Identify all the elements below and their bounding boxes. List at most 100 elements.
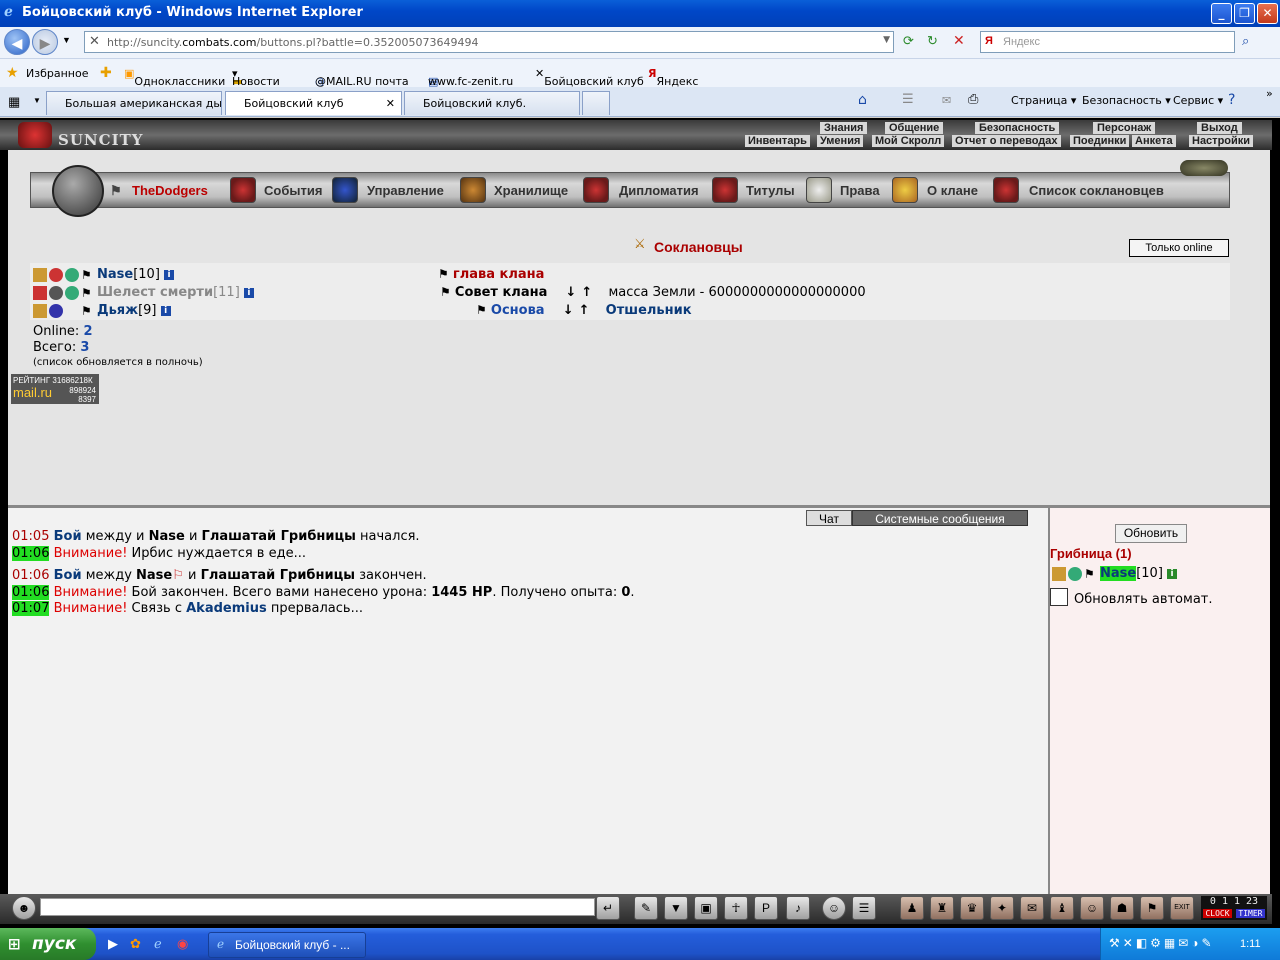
fav-yandex[interactable]: Я Яндекс bbox=[648, 67, 698, 88]
safety-menu[interactable]: Безопасность ▾ bbox=[1082, 94, 1171, 107]
chat-input[interactable] bbox=[40, 898, 595, 916]
print-icon[interactable]: ⎙ bbox=[968, 92, 978, 107]
player-link[interactable]: Akademius bbox=[186, 601, 267, 616]
player-link[interactable]: Глашатай Грибницы bbox=[202, 529, 356, 544]
mail-game-icon[interactable]: ✉ bbox=[1020, 896, 1044, 920]
tab-combats-active[interactable]: Бойцовский клуб ✕ bbox=[225, 91, 402, 115]
help-icon[interactable]: ? bbox=[1228, 92, 1235, 108]
character-icon[interactable]: ♟ bbox=[900, 896, 924, 920]
rank-up-icon[interactable]: ↑ bbox=[581, 285, 592, 300]
rank-down-icon[interactable]: ↓ bbox=[563, 303, 574, 318]
fav-odnoklassniki[interactable]: ▣ Одноклассники bbox=[124, 67, 225, 88]
menu-fights[interactable]: Поединки bbox=[1070, 135, 1130, 147]
page-menu[interactable]: Страница ▾ bbox=[1011, 94, 1076, 107]
clan-menu-members[interactable]: Список соклановцев bbox=[1029, 183, 1164, 198]
rank-up-icon[interactable]: ↑ bbox=[579, 303, 590, 318]
send-icon[interactable]: ↵ bbox=[596, 896, 620, 920]
menu-my-scroll[interactable]: Мой Скролл bbox=[872, 135, 945, 147]
translit-icon[interactable]: Р bbox=[754, 896, 778, 920]
stop-icon[interactable]: ✕ bbox=[953, 32, 965, 49]
tab-close-icon[interactable]: ✕ bbox=[386, 97, 395, 110]
messenger-icon[interactable]: ✿ bbox=[130, 936, 141, 952]
menu-communication[interactable]: Общение bbox=[885, 122, 944, 134]
menu-settings[interactable]: Настройки bbox=[1189, 135, 1254, 147]
info-icon[interactable]: i bbox=[160, 305, 171, 316]
filter-icon[interactable]: ▼ bbox=[664, 896, 688, 920]
add-favorite-icon[interactable]: ✚ bbox=[100, 65, 112, 81]
menu-security[interactable]: Безопасность bbox=[975, 122, 1060, 134]
ie-quicklaunch-icon[interactable]: ℯ bbox=[154, 936, 162, 952]
start-button[interactable]: ⊞ пуск bbox=[0, 928, 96, 960]
battle-link[interactable]: Бой bbox=[54, 568, 82, 583]
clan-menu-titles[interactable]: Титулы bbox=[746, 183, 795, 198]
forward-button[interactable]: ▶ bbox=[32, 29, 58, 55]
menu-knowledge[interactable]: Знания bbox=[820, 122, 868, 134]
battle-link[interactable]: Бой bbox=[54, 529, 82, 544]
player-link[interactable]: Nase bbox=[136, 568, 172, 583]
history-dropdown-icon[interactable]: ▼ bbox=[62, 35, 71, 45]
clan-menu-about[interactable]: О клане bbox=[927, 183, 978, 198]
bag-icon[interactable]: ♜ bbox=[930, 896, 954, 920]
player-link[interactable]: Nase bbox=[149, 529, 185, 544]
scroll-icon[interactable]: ✦ bbox=[990, 896, 1014, 920]
search-input[interactable]: Я Яндекс bbox=[980, 31, 1235, 53]
room-user-name[interactable]: Nase bbox=[1100, 566, 1137, 581]
member-name[interactable]: Дьяж bbox=[97, 303, 138, 318]
menu-skills[interactable]: Умения bbox=[817, 135, 864, 147]
home-icon[interactable]: ⌂ bbox=[858, 92, 867, 108]
friends-icon[interactable]: ☺ bbox=[1080, 896, 1104, 920]
maximize-button[interactable]: ❐ bbox=[1234, 3, 1255, 24]
menu-transfer-report[interactable]: Отчет о переводах bbox=[952, 135, 1061, 147]
menu-character[interactable]: Персонаж bbox=[1093, 122, 1156, 134]
eraser-icon[interactable]: ✎ bbox=[634, 896, 658, 920]
emoticon-icon[interactable]: ☺ bbox=[822, 896, 846, 920]
info-icon[interactable]: i bbox=[1167, 568, 1178, 579]
shop-icon[interactable]: ♛ bbox=[960, 896, 984, 920]
feeds-icon[interactable]: ☰ bbox=[902, 92, 914, 107]
city-icon[interactable]: ♝ bbox=[1050, 896, 1074, 920]
more-icon[interactable]: » bbox=[1266, 87, 1273, 100]
search-icon[interactable]: ⌕ bbox=[1242, 33, 1249, 49]
tab-system-messages[interactable]: Системные сообщения bbox=[852, 510, 1028, 526]
clan-name[interactable]: TheDodgers bbox=[132, 183, 208, 198]
mail-rating-widget[interactable]: РЕЙТИНГ 31686218К mail.ru 898924 8397 bbox=[11, 374, 99, 404]
clan-menu-rights[interactable]: Права bbox=[840, 183, 880, 198]
only-online-button[interactable]: Только online bbox=[1129, 239, 1229, 257]
minimize-button[interactable]: _ bbox=[1211, 3, 1232, 24]
member-name[interactable]: Nase bbox=[97, 267, 133, 282]
hide-icon[interactable]: ☰ bbox=[852, 896, 876, 920]
clan-menu-diplomacy[interactable]: Дипломатия bbox=[619, 183, 699, 198]
tab-list-icon[interactable]: ▼ bbox=[33, 96, 41, 105]
clan-menu-management[interactable]: Управление bbox=[367, 183, 444, 198]
menu-profile[interactable]: Анкета bbox=[1132, 135, 1176, 147]
opera-icon[interactable]: ◉ bbox=[177, 936, 188, 952]
compat-view-icon[interactable]: ⟳ bbox=[903, 33, 914, 49]
refresh-icon[interactable]: ↻ bbox=[927, 33, 938, 49]
music-icon[interactable]: ♪ bbox=[786, 896, 810, 920]
mail-icon[interactable]: ✉ bbox=[942, 94, 951, 107]
refresh-button[interactable]: Обновить bbox=[1115, 524, 1187, 543]
tab-combats-2[interactable]: Бойцовский клуб. bbox=[404, 91, 580, 115]
taskbar-item-ie[interactable]: ℯ Бойцовский клуб - ... bbox=[208, 932, 366, 958]
group-icon[interactable]: ☗ bbox=[1110, 896, 1134, 920]
fav-news[interactable]: ▬ Новости ▾ bbox=[232, 67, 280, 88]
quick-tabs-icon[interactable]: ▦ bbox=[8, 94, 20, 110]
flag-game-icon[interactable]: ⚑ bbox=[1140, 896, 1164, 920]
fav-combats[interactable]: ✕ Бойцовский клуб bbox=[535, 67, 644, 88]
new-tab-button[interactable] bbox=[582, 91, 610, 115]
tray-icons[interactable]: ⚒✕◧⚙▦✉◑✎ bbox=[1109, 936, 1215, 950]
address-dropdown-icon[interactable]: ▼ bbox=[883, 35, 890, 45]
tools-menu[interactable]: Сервис ▾ bbox=[1173, 94, 1223, 107]
smile-face-icon[interactable]: ☻ bbox=[12, 896, 36, 920]
walk-icon[interactable]: ☥ bbox=[724, 896, 748, 920]
member-name[interactable]: Шелест смерти bbox=[97, 285, 213, 300]
rank-down-icon[interactable]: ↓ bbox=[566, 285, 577, 300]
menu-exit[interactable]: Выход bbox=[1197, 122, 1242, 134]
clan-menu-storage[interactable]: Хранилище bbox=[494, 183, 568, 198]
back-button[interactable]: ◀ bbox=[4, 29, 30, 55]
exit-icon[interactable]: EXIT bbox=[1170, 896, 1194, 920]
tab-american[interactable]: Большая американская ды... bbox=[46, 91, 222, 115]
show-desktop-icon[interactable]: ▶ bbox=[108, 936, 118, 952]
info-icon[interactable]: i bbox=[243, 287, 254, 298]
player-link[interactable]: Глашатай Грибницы bbox=[201, 568, 355, 583]
